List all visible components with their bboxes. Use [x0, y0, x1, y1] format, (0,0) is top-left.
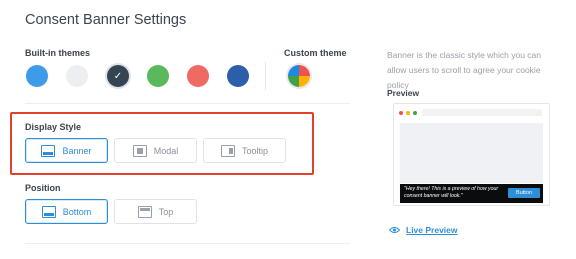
position-bottom-option[interactable]: Bottom [25, 199, 108, 224]
preview-consent-banner: "Hey there! This is a preview of how you… [400, 184, 543, 203]
preview-banner-button: Button [508, 188, 540, 198]
custom-theme-label: Custom theme [284, 48, 347, 58]
theme-divider [265, 62, 266, 90]
tooltip-layout-icon [220, 144, 235, 157]
banner-preview: "Hey there! This is a preview of how you… [393, 103, 550, 206]
position-label: Position [25, 183, 61, 193]
option-label: Tooltip [241, 145, 268, 156]
eye-icon [389, 227, 400, 233]
theme-swatch-salmon[interactable] [187, 65, 209, 87]
preview-address-bar [422, 109, 542, 116]
option-label: Modal [153, 145, 179, 156]
preview-banner-text: "Hey there! This is a preview of how you… [404, 186, 499, 199]
option-label: Top [158, 206, 174, 217]
theme-swatch-light-blue[interactable] [26, 65, 48, 87]
display-style-modal-option[interactable]: Modal [114, 138, 197, 163]
window-dot-green [413, 111, 417, 115]
bottom-position-icon [41, 205, 56, 218]
checkmark-icon: ✓ [113, 70, 123, 82]
builtin-themes-label: Built-in themes [25, 48, 91, 58]
option-label: Banner [62, 145, 92, 156]
top-position-icon [137, 205, 152, 218]
position-top-option[interactable]: Top [114, 199, 197, 224]
live-preview-label: Live Preview [406, 225, 458, 235]
theme-swatch-dark-slate[interactable]: ✓ [107, 65, 129, 87]
page-title: Consent Banner Settings [25, 12, 187, 28]
live-preview-link[interactable]: Live Preview [389, 225, 458, 235]
window-dots [399, 111, 417, 115]
window-dot-red [399, 111, 403, 115]
preview-content-area [400, 123, 543, 183]
color-wheel-icon[interactable] [288, 65, 310, 87]
theme-swatch-light-gray[interactable] [66, 65, 88, 87]
section-divider [25, 103, 350, 104]
section-divider [25, 243, 350, 244]
modal-layout-icon [132, 144, 147, 157]
banner-layout-icon [41, 144, 56, 157]
theme-swatch-navy[interactable] [227, 65, 249, 87]
style-description: Banner is the classic style which you ca… [387, 50, 542, 90]
display-style-tooltip-option[interactable]: Tooltip [203, 138, 286, 163]
display-style-banner-option[interactable]: Banner [25, 138, 108, 163]
display-style-label: Display Style [25, 122, 82, 132]
option-label: Bottom [62, 206, 92, 217]
theme-swatch-green[interactable] [147, 65, 169, 87]
window-dot-yellow [406, 111, 410, 115]
preview-label: Preview [387, 88, 420, 98]
